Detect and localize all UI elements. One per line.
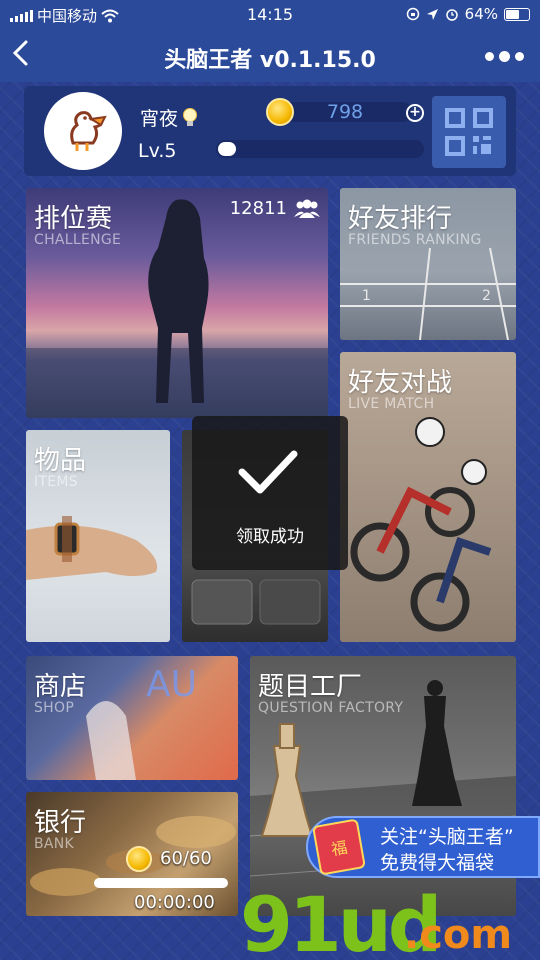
- promo-line2: 免费得大福袋: [380, 852, 495, 874]
- items-subtitle: ITEMS: [34, 474, 78, 490]
- xp-progress-bar: [216, 140, 424, 158]
- bank-title: 银行: [34, 808, 87, 838]
- battery-percent: 64%: [464, 5, 498, 23]
- group-users-icon: [294, 199, 320, 218]
- items-title: 物品: [34, 446, 87, 476]
- nickname-label: 宵夜: [140, 108, 179, 130]
- challenge-tile[interactable]: 排位赛 CHALLENGE 12811: [26, 188, 328, 418]
- live-match-subtitle: LIVE MATCH: [348, 396, 435, 412]
- live-match-tile[interactable]: 好友对战 LIVE MATCH: [340, 352, 516, 642]
- battery-icon: [504, 7, 530, 21]
- lightbulb-icon: [183, 107, 198, 126]
- add-coins-button[interactable]: +: [406, 104, 424, 122]
- nickname: 宵夜: [140, 104, 198, 131]
- qr-code-button[interactable]: [432, 96, 506, 168]
- shop-subtitle: SHOP: [34, 700, 75, 716]
- coin-balance: 798: [326, 101, 364, 123]
- friends-ranking-subtitle: FRIENDS RANKING: [348, 232, 482, 248]
- lucky-bag-icon: 福: [312, 818, 366, 876]
- more-dots-icon[interactable]: [485, 51, 524, 62]
- promo-line1: 关注“头脑王者”: [380, 826, 514, 848]
- friends-ranking-tile[interactable]: 1 2 好友排行 FRIENDS RANKING: [340, 188, 516, 340]
- shop-title: 商店: [34, 672, 87, 702]
- challenge-title: 排位赛: [34, 204, 113, 234]
- player-count-value: 12811: [229, 198, 287, 219]
- challenge-subtitle: CHALLENGE: [34, 232, 122, 248]
- live-match-title: 好友对战: [348, 368, 453, 398]
- shop-tile[interactable]: AU 商店 SHOP: [26, 656, 238, 780]
- question-factory-subtitle: QUESTION FACTORY: [258, 700, 404, 716]
- success-toast: 领取成功: [192, 416, 348, 570]
- pelican-logo-icon: [70, 111, 107, 151]
- svg-text:AU: AU: [146, 664, 197, 705]
- nav-bar: 头脑王者 v0.1.15.0: [0, 30, 540, 82]
- level-label: Lv.5: [138, 140, 177, 162]
- status-bar: 中国移动 14:15 64%: [0, 0, 540, 30]
- checkmark-icon: [238, 450, 298, 494]
- toast-message: 领取成功: [236, 527, 304, 547]
- bank-count: 60/60: [160, 848, 212, 869]
- friends-ranking-title: 好友排行: [348, 204, 453, 234]
- avatar[interactable]: [44, 92, 122, 170]
- qr-code-icon: [445, 108, 493, 156]
- items-tile[interactable]: 物品 ITEMS: [26, 430, 170, 642]
- rotation-lock-icon: [406, 7, 419, 21]
- player-count: 12811: [230, 198, 322, 219]
- xp-progress-fill: [218, 142, 236, 156]
- alarm-icon: [445, 9, 458, 21]
- bank-timer: 00:00:00: [134, 892, 215, 913]
- bank-progress-bar: [94, 878, 228, 888]
- coin-icon: [266, 98, 294, 126]
- location-icon: [426, 8, 438, 20]
- watermark: 91ud .com: [240, 880, 512, 960]
- lucky-bag-char: 福: [329, 837, 349, 860]
- bank-subtitle: BANK: [34, 836, 75, 852]
- question-factory-title: 题目工厂: [258, 672, 363, 702]
- page-title: 头脑王者 v0.1.15.0: [164, 48, 376, 73]
- bank-coin-icon: [126, 846, 152, 872]
- svg-text:2: 2: [482, 288, 491, 304]
- svg-text:1: 1: [362, 288, 371, 304]
- watermark-suffix: .com: [404, 912, 513, 958]
